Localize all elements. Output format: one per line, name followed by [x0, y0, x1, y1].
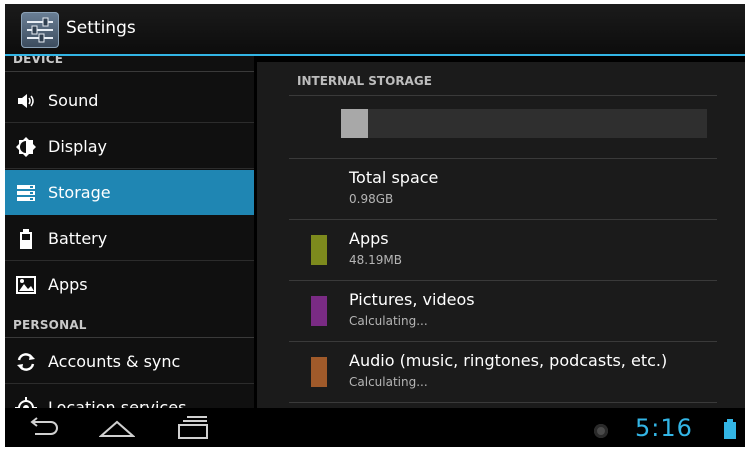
sidebar-item-label: Battery	[48, 229, 108, 248]
storage-row-title: Pictures, videos	[349, 290, 475, 309]
section-header-device: DEVICE	[5, 56, 254, 72]
divider	[5, 122, 254, 123]
sidebar-item-label: Display	[48, 137, 107, 156]
speaker-icon	[18, 94, 34, 108]
storage-row-value: Calculating...	[349, 314, 428, 328]
notification-status-icon[interactable]	[594, 424, 608, 438]
system-nav-bar: 5:16	[5, 408, 745, 447]
sidebar-item-storage[interactable]: Storage	[5, 170, 254, 215]
storage-row-pictures-videos[interactable]: Pictures, videos Calculating...	[289, 282, 717, 342]
divider	[289, 219, 717, 220]
sidebar-item-label: Apps	[48, 275, 88, 294]
storage-row-total-space[interactable]: Total space 0.98GB	[289, 160, 717, 220]
color-swatch	[311, 296, 327, 326]
battery-status-icon[interactable]	[724, 419, 736, 439]
storage-usage-bar	[341, 109, 707, 138]
storage-row-value: Calculating...	[349, 375, 428, 389]
sidebar-item-battery[interactable]: Battery	[5, 216, 254, 261]
divider	[5, 71, 254, 72]
storage-row-apps[interactable]: Apps 48.19MB	[289, 221, 717, 281]
divider	[289, 280, 717, 281]
storage-row-value: 48.19MB	[349, 253, 402, 267]
sidebar-item-sound[interactable]: Sound	[5, 78, 254, 123]
sidebar-item-label: Sound	[48, 91, 99, 110]
divider	[289, 95, 717, 96]
storage-row-title: Total space	[349, 168, 439, 187]
storage-panel: INTERNAL STORAGE Total space 0.98GB Apps…	[257, 62, 745, 408]
tablet-screen: Settings DEVICE Sound Display Storage Ba…	[5, 4, 745, 447]
sidebar-item-label: Accounts & sync	[48, 352, 181, 371]
home-icon[interactable]	[99, 416, 135, 440]
sync-icon	[17, 353, 35, 371]
storage-row-audio[interactable]: Audio (music, ringtones, podcasts, etc.)…	[289, 343, 717, 403]
brightness-icon	[16, 137, 36, 157]
sidebar-item-label: Location services	[48, 398, 187, 408]
divider	[5, 337, 254, 338]
sidebar-item-label: Storage	[48, 183, 111, 202]
sidebar-item-location-services[interactable]: Location services	[5, 385, 254, 408]
color-swatch	[311, 357, 327, 387]
section-header-personal: PERSONAL	[5, 308, 254, 338]
apps-icon	[16, 276, 36, 294]
divider	[5, 260, 254, 261]
divider	[289, 341, 717, 342]
sidebar-item-display[interactable]: Display	[5, 124, 254, 169]
app-title: Settings	[66, 18, 136, 38]
storage-icon	[17, 185, 35, 201]
section-header-label: DEVICE	[13, 56, 64, 66]
divider	[5, 383, 254, 384]
settings-sidebar: DEVICE Sound Display Storage Battery App…	[5, 56, 254, 408]
divider	[5, 168, 254, 169]
storage-section-header: INTERNAL STORAGE	[297, 74, 432, 88]
storage-usage-fill	[341, 109, 369, 138]
storage-row-title: Audio (music, ringtones, podcasts, etc.)	[349, 351, 668, 370]
storage-row-title: Apps	[349, 229, 389, 248]
color-swatch	[311, 235, 327, 265]
sidebar-item-apps[interactable]: Apps	[5, 262, 254, 307]
section-header-label: PERSONAL	[13, 318, 87, 332]
divider	[289, 158, 717, 159]
sidebar-item-accounts-sync[interactable]: Accounts & sync	[5, 339, 254, 384]
divider	[289, 402, 717, 403]
back-icon[interactable]	[25, 416, 61, 440]
action-bar: Settings	[5, 4, 745, 56]
settings-sliders-icon[interactable]	[21, 12, 59, 48]
recent-apps-icon[interactable]	[175, 416, 211, 440]
storage-row-value: 0.98GB	[349, 192, 394, 206]
battery-icon	[20, 229, 32, 249]
status-clock[interactable]: 5:16	[635, 414, 693, 442]
location-icon	[15, 397, 37, 408]
